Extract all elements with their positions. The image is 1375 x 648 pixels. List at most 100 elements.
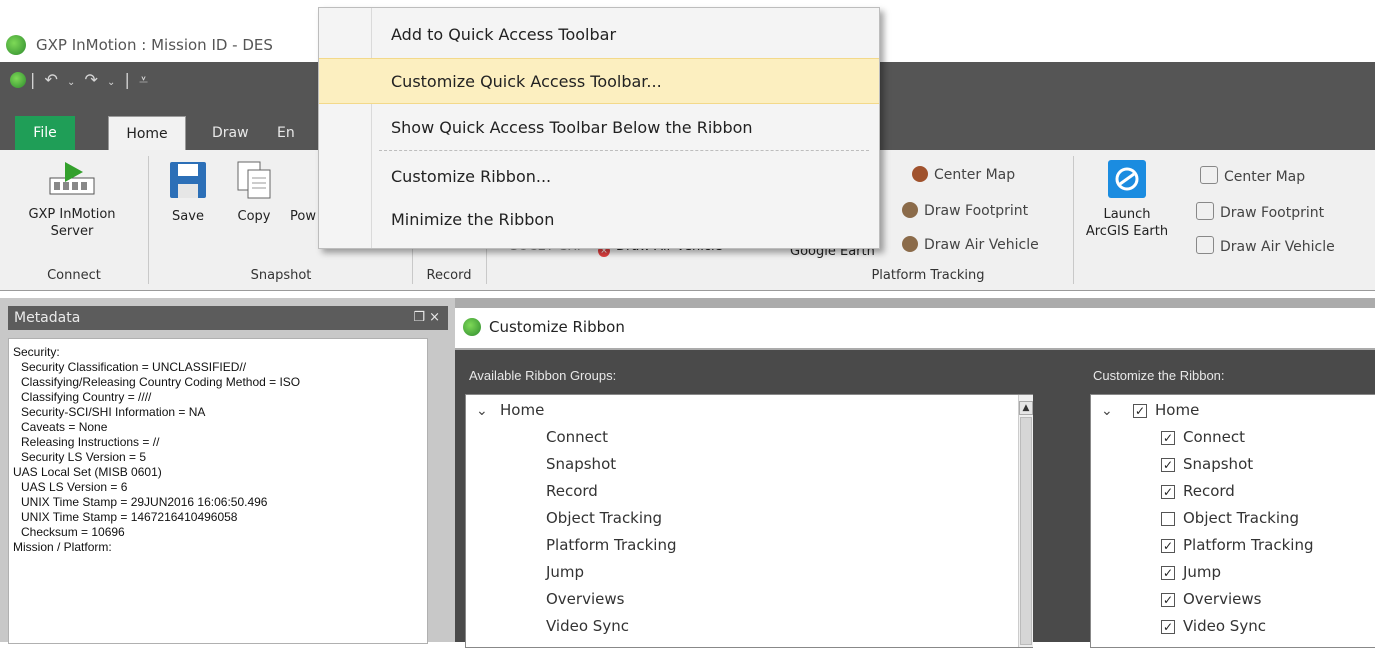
app-menu-icon[interactable] — [10, 72, 26, 88]
checkbox-object-tracking[interactable] — [1161, 512, 1175, 526]
group-label-snapshot: Snapshot — [250, 268, 312, 283]
menu-item-minimize-ribbon[interactable]: Minimize the Ribbon — [319, 197, 879, 243]
metadata-line: Caveats = None — [21, 420, 108, 434]
list-item[interactable]: Snapshot — [1183, 455, 1253, 473]
list-item-root[interactable]: Home — [500, 401, 544, 419]
customize-ribbon-list[interactable]: ⌄ ✓ Home ✓ Connect ✓ Snapshot ✓ Record O… — [1090, 394, 1375, 648]
list-item[interactable]: Jump — [1183, 563, 1221, 581]
checkbox-home[interactable]: ✓ — [1133, 404, 1147, 418]
list-item[interactable]: Object Tracking — [546, 509, 662, 527]
menu-item-customize-qat[interactable]: Customize Quick Access Toolbar... — [319, 58, 879, 104]
checkbox-overviews[interactable]: ✓ — [1161, 593, 1175, 607]
tab-draw[interactable]: Draw — [200, 116, 261, 150]
undo-dropdown-icon[interactable]: ⌄ — [67, 77, 77, 88]
center-map-icon — [1200, 166, 1218, 184]
list-item[interactable]: Video Sync — [546, 617, 629, 635]
gxp-inmotion-server-button[interactable]: GXP InMotion Server — [12, 160, 132, 240]
available-groups-list[interactable]: ⌄ Home Connect Snapshot Record Object Tr… — [465, 394, 1033, 648]
checkbox-record[interactable]: ✓ — [1161, 485, 1175, 499]
list-item[interactable]: Connect — [546, 428, 608, 446]
list-item[interactable]: Snapshot — [546, 455, 616, 473]
launch-label-1: Launch — [1103, 207, 1151, 222]
metadata-panel: Metadata ❒ × Security: Security Classifi… — [0, 298, 455, 644]
scroll-up-arrow-icon[interactable]: ▲ — [1019, 401, 1033, 415]
metadata-line: Security-SCI/SHI Information = NA — [21, 405, 206, 419]
draw-footprint-button-1[interactable]: Draw Footprint — [902, 202, 1028, 219]
draw-footprint-button-2[interactable]: Draw Footprint — [1196, 202, 1324, 221]
list-item[interactable]: Record — [1183, 482, 1235, 500]
chevron-down-icon[interactable]: ⌄ — [476, 403, 488, 419]
window-title: GXP InMotion : Mission ID - DES — [36, 36, 273, 54]
metadata-line: Security Classification = UNCLASSIFIED// — [21, 360, 247, 374]
checkbox-jump[interactable]: ✓ — [1161, 566, 1175, 580]
center-map-icon — [912, 166, 928, 182]
pow-label: Pow — [290, 209, 316, 224]
customize-ribbon-header: Customize Ribbon — [455, 308, 1375, 348]
tab-home[interactable]: Home — [108, 116, 186, 151]
list-item[interactable]: Object Tracking — [1183, 509, 1299, 527]
menu-item-show-qat-below[interactable]: Show Quick Access Toolbar Below the Ribb… — [319, 105, 879, 151]
tab-file[interactable]: File — [15, 116, 75, 150]
group-divider — [148, 156, 149, 284]
available-groups-label: Available Ribbon Groups: — [469, 368, 617, 383]
tab-en[interactable]: En — [265, 116, 307, 150]
draw-air-vehicle-button-2[interactable]: Draw Air Vehicle — [1196, 236, 1335, 255]
list-item[interactable]: Connect — [1183, 428, 1245, 446]
list-item[interactable]: Platform Tracking — [546, 536, 676, 554]
list-item[interactable]: Jump — [546, 563, 584, 581]
list-item[interactable]: Platform Tracking — [1183, 536, 1313, 554]
metadata-line: Mission / Platform: — [13, 540, 112, 554]
undo-icon[interactable]: ↶ — [44, 70, 59, 89]
customize-the-ribbon-label: Customize the Ribbon: — [1093, 368, 1225, 383]
save-icon — [168, 160, 208, 200]
metadata-line: Classifying Country = //// — [21, 390, 152, 404]
list-item-root[interactable]: Home — [1155, 401, 1199, 419]
checkbox-video-sync[interactable]: ✓ — [1161, 620, 1175, 634]
menu-item-customize-ribbon[interactable]: Customize Ribbon... — [319, 154, 879, 200]
copy-icon — [234, 160, 274, 200]
scroll-thumb[interactable] — [1020, 417, 1032, 645]
scrollbar[interactable]: ▲ — [1018, 395, 1033, 647]
center-map-button-1[interactable]: Center Map — [912, 166, 1015, 183]
metadata-line: UAS Local Set (MISB 0601) — [13, 465, 162, 479]
app-logo-icon — [463, 318, 481, 336]
checkbox-snapshot[interactable]: ✓ — [1161, 458, 1175, 472]
draw-air-vehicle-button-1[interactable]: Draw Air Vehicle — [902, 236, 1039, 253]
group-label-platform-tracking: Platform Tracking — [871, 268, 985, 283]
center-map-button-2[interactable]: Center Map — [1200, 166, 1305, 185]
connect-btn-line1: GXP InMotion — [28, 207, 116, 222]
metadata-line: Releasing Instructions = // — [21, 435, 160, 449]
metadata-line: Security LS Version = 5 — [21, 450, 147, 464]
customize-ribbon-title: Customize Ribbon — [489, 318, 625, 336]
customize-ribbon-body: Available Ribbon Groups: Customize the R… — [455, 350, 1375, 648]
list-item[interactable]: Video Sync — [1183, 617, 1266, 635]
panel-float-close-icon[interactable]: ❒ × — [413, 306, 440, 330]
launch-arcgis-earth-button[interactable]: Launch ArcGIS Earth — [1082, 160, 1172, 240]
chevron-down-icon[interactable]: ⌄ — [1101, 403, 1113, 419]
metadata-line: Classifying/Releasing Country Coding Met… — [21, 375, 301, 389]
checkbox-platform-tracking[interactable]: ✓ — [1161, 539, 1175, 553]
save-button[interactable]: Save — [160, 160, 216, 225]
list-item[interactable]: Overviews — [546, 590, 624, 608]
redo-icon[interactable]: ↷ — [84, 70, 99, 89]
list-item[interactable]: Overviews — [1183, 590, 1261, 608]
copy-button[interactable]: Copy — [226, 160, 282, 225]
connect-btn-line2: Server — [50, 224, 94, 239]
pow-button[interactable]: Pow — [290, 160, 320, 225]
customize-qat-icon[interactable]: ⩡ — [139, 70, 150, 89]
app-logo-icon — [6, 35, 26, 55]
draw-footprint-icon — [902, 202, 918, 218]
server-play-icon — [48, 160, 96, 198]
checkbox-connect[interactable]: ✓ — [1161, 431, 1175, 445]
list-item[interactable]: Record — [546, 482, 598, 500]
divider-icon: | — [30, 70, 38, 89]
group-label-connect: Connect — [47, 268, 101, 283]
draw-air-vehicle-icon — [902, 236, 918, 252]
menu-item-add-to-qat[interactable]: Add to Quick Access Toolbar — [319, 12, 879, 58]
divider-icon: | — [124, 70, 132, 89]
draw-footprint-icon — [1196, 202, 1214, 220]
metadata-line: Checksum = 10696 — [21, 525, 125, 539]
save-label: Save — [172, 209, 204, 224]
draw-air-vehicle-icon — [1196, 236, 1214, 254]
redo-dropdown-icon[interactable]: ⌄ — [107, 77, 117, 88]
